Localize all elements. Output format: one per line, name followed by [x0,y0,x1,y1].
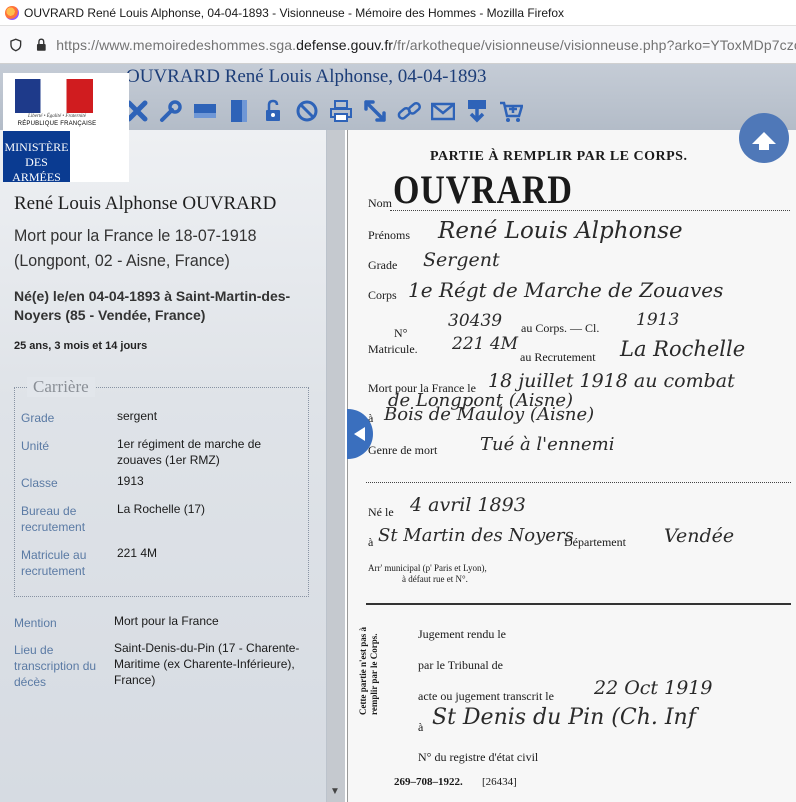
doc-arr-label: Arr' municipal (p' Paris et Lyon), [368,563,487,573]
mention-value: Mort pour la France [114,614,219,628]
doc-footer-number: [26434] [482,776,517,788]
death-info: Mort pour la France le 18-07-1918 (Longp… [14,226,257,270]
doc-a-value: Bois de Mauloy (Aisne) [384,404,595,425]
doc-grade-label: Grade [368,258,398,272]
url-domain: defense.gouv.fr [296,36,394,53]
url-text[interactable]: https://www.memoiredeshommes.sga.defense… [56,37,796,53]
doc-ne-label: Né le [368,505,394,519]
horizontal-layout-icon[interactable] [192,98,218,124]
unlock-icon[interactable] [260,98,286,124]
vertical-layout-icon[interactable] [226,98,252,124]
doc-genre-value: Tué à l'ennemi [480,434,615,455]
doc-corps-number-label: au Corps. — Cl. [521,321,600,335]
doc-prenoms-label: Prénoms [368,228,410,242]
doc-ne-value: 4 avril 1893 [410,494,526,516]
doc-genre-label: Genre de mort [368,443,438,457]
transcription-value: Saint-Denis-du-Pin (17 - Charente-Mariti… [114,641,300,687]
doc-heading: PARTIE À REMPLIR PAR LE CORPS. [430,149,688,164]
doc-tribunal-label: par le Tribunal de [418,658,503,672]
career-fieldset: Carrière Grade sergent Unité 1er régimen… [14,377,309,597]
doc-matricule-label: Matricule. [368,342,418,356]
matricule-label: Matricule au recrutement [21,548,87,578]
scroll-down-icon[interactable]: ▼ [330,786,340,797]
record-title: OUVRARD René Louis Alphonse, 04-04-1893 [126,66,487,87]
link-icon[interactable] [396,98,422,124]
doc-corps-value: 1e Régt de Marche de Zouaves [408,278,724,302]
doc-recrut-number: 221 4M [452,334,519,354]
settings-wrench-icon[interactable] [158,98,184,124]
doc-dept-value: Vendée [664,525,735,547]
unit-value: 1er régiment de marche de zouaves (1er R… [117,437,262,467]
bureau-label: Bureau de recrutement [21,504,86,534]
tracking-shield-icon[interactable] [10,37,22,52]
doc-corps-number: 30439 [448,311,503,331]
doc-ne-a-value: St Martin des Noyers [378,525,574,546]
address-bar[interactable]: https://www.memoiredeshommes.sga.defense… [0,26,796,64]
doc-mort-value: 18 juillet 1918 au combat [488,370,735,392]
doc-recrut-label: au Recrutement [520,350,596,364]
doc-matricule-no: N° [394,326,408,340]
print-icon[interactable] [328,98,354,124]
info-panel: René Louis Alphonse OUVRARD Mort pour la… [0,130,327,802]
download-icon[interactable] [464,98,490,124]
doc-prenoms-value: René Louis Alphonse [438,218,683,244]
age-at-death: 25 ans, 3 mois et 14 jours [14,340,148,352]
career-legend: Carrière [27,377,95,397]
doc-dept-label: Département [564,535,626,549]
doc-corps-label: Corps [368,288,397,302]
transcription-label: Lieu de transcription du décès [14,643,97,689]
doc-nom-value: OUVRARD [393,167,573,212]
class-label: Classe [21,476,58,490]
ministry-logo[interactable]: Liberté • Égalité • Fraternité RÉPUBLIQU… [3,73,129,184]
doc-acte-value: 22 Oct 1919 [594,677,713,699]
viewer-toolbar [124,97,532,125]
document-viewer[interactable]: PARTIE À REMPLIR PAR LE CORPS. Nom OUVRA… [345,130,796,802]
mail-icon[interactable] [430,98,456,124]
arrow-up-icon [752,132,776,150]
cart-icon[interactable] [498,98,524,124]
doc-registre-label: N° du registre d'état civil [418,750,539,764]
matricule-value: 221 4M [117,546,158,560]
scanned-record: PARTIE À REMPLIR PAR LE CORPS. Nom OUVRA… [347,130,796,802]
doc-footer: 269–708–1922. [394,776,463,788]
person-name: René Louis Alphonse OUVRARD [14,193,277,214]
forbidden-icon[interactable] [294,98,320,124]
arrow-left-icon [354,427,365,441]
logo-republic: RÉPUBLIQUE FRANÇAISE [17,121,97,127]
doc-classe: 1913 [636,310,680,330]
doc-transcrit-value: St Denis du Pin (Ch. Inf [432,705,696,730]
class-value: 1913 [117,474,144,488]
window-title: OUVRARD René Louis Alphonse, 04-04-1893 … [24,5,565,20]
doc-transcrit-a: à [418,720,424,734]
scroll-top-button[interactable] [739,113,789,163]
logo-motto: Liberté • Égalité • Fraternité [28,114,86,119]
birth-info: Né(e) le/en 04-04-1893 à Saint-Martin-de… [14,288,291,323]
unit-label: Unité [21,439,50,453]
doc-recrut-value: La Rochelle [620,337,746,361]
mention-label: Mention [14,616,57,630]
doc-acte-label: acte ou jugement transcrit le [418,689,554,703]
doc-side-note: Cette partie n'est pas à remplir par le … [358,627,379,715]
doc-arr-label2: à défaut rue et N°. [402,574,468,584]
firefox-logo-icon [5,5,19,20]
panel-scrollbar[interactable] [327,130,345,802]
lock-icon[interactable] [36,38,47,51]
grade-value: sergent [117,409,158,423]
bureau-value: La Rochelle (17) [117,502,206,516]
doc-grade-value: Sergent [423,249,500,271]
doc-ne-a-label: à [368,535,374,549]
fullscreen-arrow-icon[interactable] [362,98,388,124]
doc-jugement-label: Jugement rendu le [418,627,506,641]
doc-nom-label: Nom [368,196,392,210]
marianne-flag [15,79,93,113]
window-titlebar: OUVRARD René Louis Alphonse, 04-04-1893 … [0,0,796,26]
logo-ministry: MINISTÈRE DES ARMÉES [3,131,70,184]
grade-label: Grade [21,411,55,425]
